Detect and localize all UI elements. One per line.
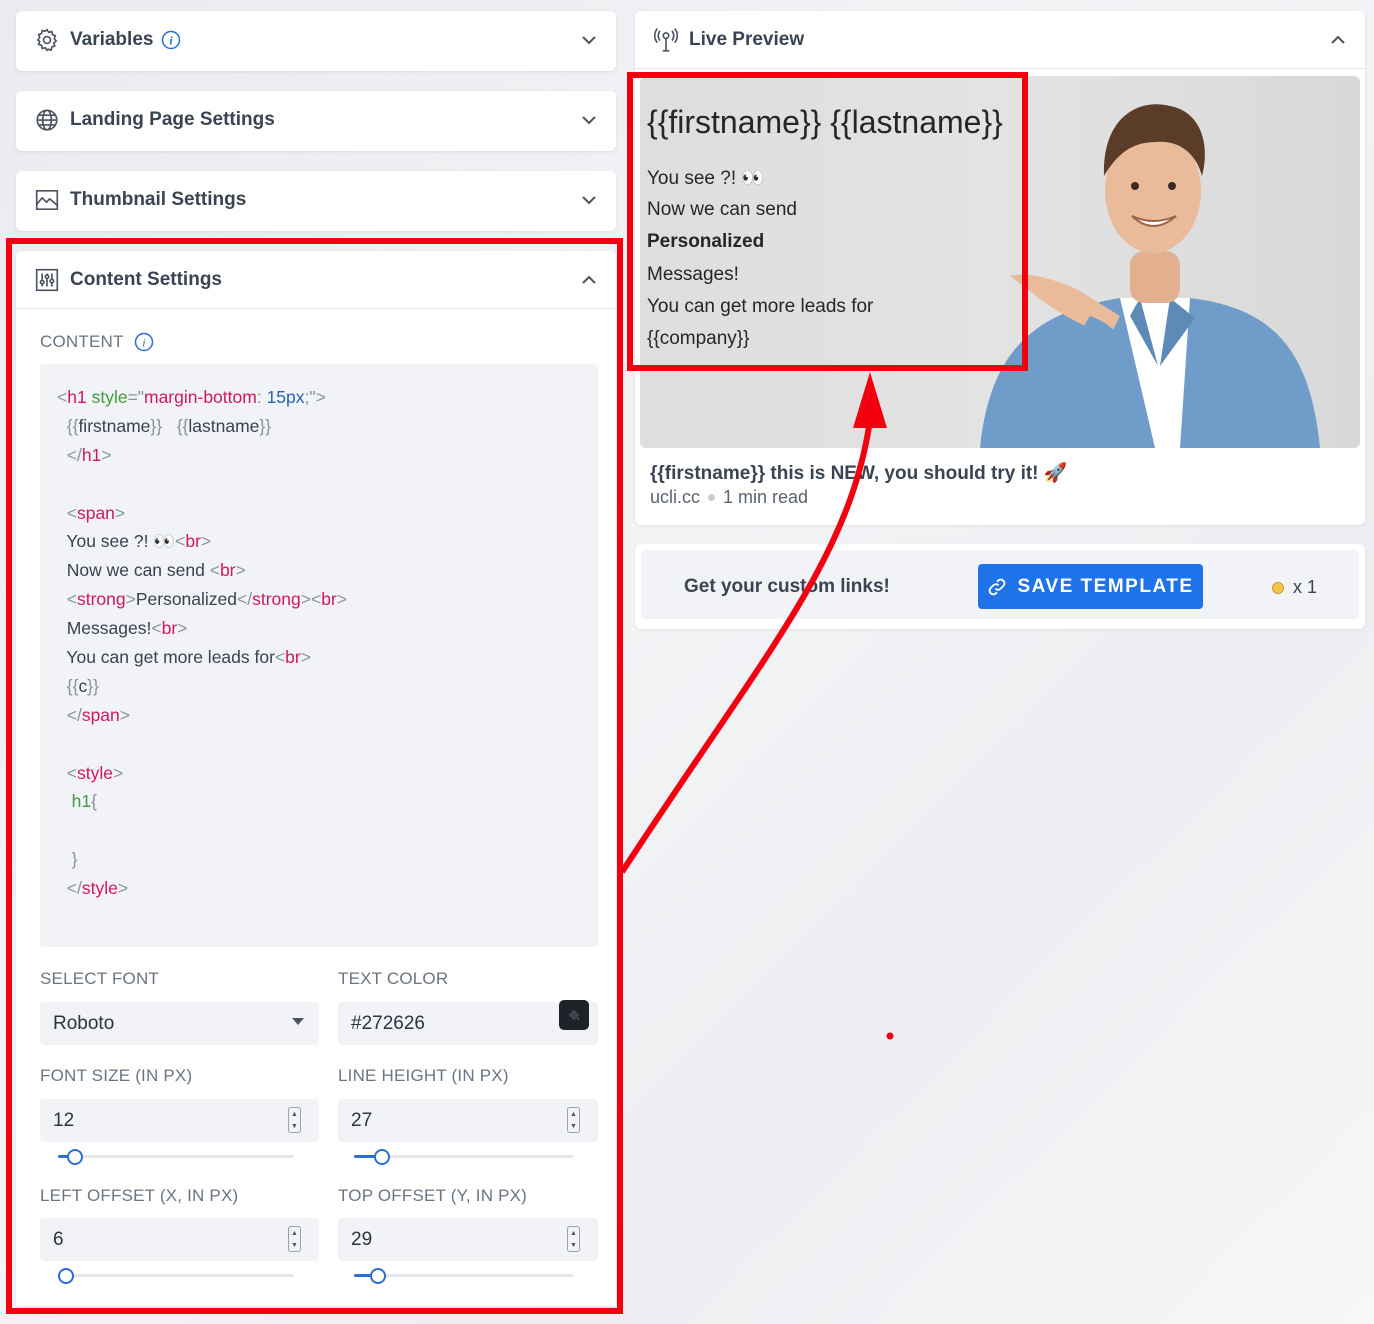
annotation-arrow bbox=[619, 372, 894, 1040]
